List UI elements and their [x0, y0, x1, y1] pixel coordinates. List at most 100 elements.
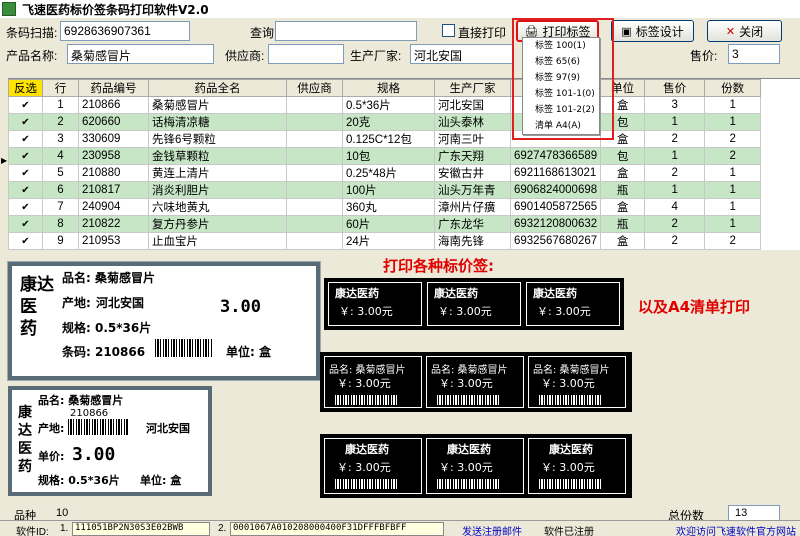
tag-item: 康达医药 ￥: 3.00元	[324, 438, 422, 494]
cell-row: 5	[42, 164, 79, 182]
menu-item-label-100[interactable]: 标签 100(1)	[523, 38, 599, 54]
cell-name: 金钱草颗粒	[148, 147, 287, 165]
store-char: 药	[18, 459, 32, 475]
cell-code: 590267	[78, 249, 149, 250]
cell-maker: 广东龙华	[434, 215, 511, 233]
tag-price: ￥: 3.00元	[438, 305, 492, 318]
query-input[interactable]	[275, 21, 417, 41]
cell-barcode: 6938950232339	[509, 249, 602, 250]
tag-item: 品名: 桑菊感冒片 ￥: 3.00元	[426, 356, 524, 408]
tag-item: 康达医药 ￥: 3.00元	[427, 282, 521, 326]
cell-code: 210953	[78, 232, 149, 250]
preview2-origin-label: 产地:	[38, 422, 65, 435]
table-row[interactable]: ✔ 4 230958 金钱草颗粒 10包 广东天翔 6927478366589 包 1 2	[8, 147, 762, 165]
menu-item-label-97[interactable]: 标签 97(9)	[523, 70, 599, 86]
cell-unit: 盒	[600, 164, 646, 182]
table-row[interactable]: ✔ 3 330609 先锋6号颗粒 0.125C*12包 河南三叶盒 2 2	[8, 130, 762, 148]
tag-price: ￥: 3.00元	[541, 461, 595, 474]
label-preview-large: 康达 医 药 品名: 桑菊感冒片 产地: 河北安国 3.00 规格: 0.5*3…	[7, 261, 321, 381]
row-checkbox[interactable]: ✔	[8, 130, 43, 148]
tag-store: 康达医药	[447, 443, 491, 456]
cell-supplier	[286, 181, 343, 199]
table-row[interactable]: ✔ 8 210822 复方丹参片 60片 广东龙华 6932120800632 瓶 2 1	[8, 215, 762, 233]
cell-barcode: 6921168613021	[509, 164, 602, 182]
tag-item: 品名: 桑菊感冒片 ￥: 3.00元	[324, 356, 422, 408]
tag-item: 康达医药 ￥: 3.00元	[426, 438, 524, 494]
row-checkbox[interactable]: ✔	[8, 96, 43, 114]
design-icon: ▣	[621, 25, 632, 38]
menu-item-list-a4[interactable]: 清单 A4(A)	[523, 118, 599, 134]
row-checkbox[interactable]: ✔	[8, 198, 43, 216]
close-button[interactable]: ✕ 关闭	[707, 20, 782, 42]
table-row[interactable]: ✔ 1 210866 桑菊感冒片 0.5*36片 河北安国盒 3 1	[8, 96, 762, 114]
barcode-input[interactable]: 6928636907361	[60, 21, 190, 41]
menu-item-label-101-2[interactable]: 标签 101-2(2)	[523, 102, 599, 118]
id1-value[interactable]: 111051BP2N30S3E02BWB	[72, 522, 210, 536]
tag-price: ￥: 3.00元	[439, 461, 493, 474]
col-supplier: 供应商	[286, 79, 343, 97]
table-row[interactable]: ✔ 5 210880 黄连上清片 0.25*48片 安徽古井 6921168613021 盒 2…	[8, 164, 762, 182]
table-row[interactable]: ✔ 9 210953 止血宝片 24片 海南先锋 6932567680267 盒 2 2	[8, 232, 762, 250]
row-checkbox[interactable]: ✔	[8, 232, 43, 250]
id1-label: 1.	[60, 523, 69, 534]
tag-item: 康达医药 ￥: 3.00元	[528, 438, 626, 494]
cell-maker: 安徽古井	[434, 164, 511, 182]
tag-price: ￥: 3.00元	[537, 305, 591, 318]
cell-barcode: 6932567680267	[509, 232, 602, 250]
cell-unit: 包	[600, 113, 646, 131]
menu-item-label-101-1[interactable]: 标签 101-1(0)	[523, 86, 599, 102]
cell-row: 7	[42, 198, 79, 216]
col-code: 药品编号	[78, 79, 149, 97]
cell-code: 210866	[78, 96, 149, 114]
preview-barcode-line: 条码: 210866	[62, 345, 146, 359]
table-row[interactable]: ✔ 2 620660 话梅清凉糖 20克 汕头泰林包 1 1	[8, 113, 762, 131]
cell-code: 620660	[78, 113, 149, 131]
row-checkbox[interactable]: ✔	[8, 249, 43, 250]
price-input[interactable]: 3	[728, 44, 780, 64]
tag-strip-1: 康达医药 ￥: 3.00元 康达医药 ￥: 3.00元 康达医药 ￥: 3.00…	[324, 278, 624, 330]
cell-barcode: 6932120800632	[509, 215, 602, 233]
row-checkbox[interactable]: ✔	[8, 147, 43, 165]
cell-supplier	[286, 164, 343, 182]
label-design-text: 标签设计	[635, 24, 684, 39]
store-name-vertical-small: 康 达 医 药	[18, 404, 36, 476]
supplier-input[interactable]	[268, 44, 344, 64]
tag-store: 康达医药	[345, 443, 389, 456]
cell-unit: 瓶	[600, 181, 646, 199]
send-registration-email-link[interactable]: 发送注册邮件	[462, 523, 522, 536]
variety-count: 10	[56, 507, 69, 519]
tag-store: 康达医药	[549, 443, 593, 456]
cell-unit: 盒	[600, 96, 646, 114]
product-name-input[interactable]: 桑菊感冒片	[67, 44, 214, 64]
table-row[interactable]: ✔ 7 240904 六味地黄丸 360丸 漳州片仔癀 6901405872565 盒 4 1	[8, 198, 762, 216]
row-checkbox[interactable]: ✔	[8, 181, 43, 199]
supplier-label: 供应商:	[225, 49, 265, 63]
tag-price: ￥: 3.00元	[337, 461, 391, 474]
label-design-button[interactable]: ▣ 标签设计	[611, 20, 694, 42]
store-char: 医	[20, 297, 37, 317]
direct-print-checkbox[interactable]	[442, 24, 455, 37]
row-checkbox[interactable]: ✔	[8, 215, 43, 233]
row-checkbox[interactable]: ✔	[8, 113, 43, 131]
menu-item-label-65[interactable]: 标签 65(6)	[523, 54, 599, 70]
cell-row: 10	[42, 249, 79, 250]
id2-value[interactable]: 0001067A010208000400F31DFFFBFBFF	[230, 522, 444, 536]
official-website-link[interactable]: 欢迎访问飞速软件官方网站	[676, 523, 796, 536]
table-row[interactable]: ✔ 6 210817 消炎利胆片 100片 汕头万年青 6906824000698 瓶 1 1	[8, 181, 762, 199]
product-grid: 反选 行 药品编号 药品全名 供应商 规格 生产厂家 条码 单位 售价 份数 ✔…	[8, 78, 800, 250]
tag-name: 品名: 桑菊感冒片	[329, 365, 406, 376]
table-row[interactable]: ✔10590267双兴毛巾 上海6938950232339条51	[8, 249, 762, 250]
col-qty: 份数	[704, 79, 762, 97]
tag-barcode	[437, 395, 501, 405]
cell-code: 210880	[78, 164, 149, 182]
tag-price: ￥: 3.00元	[339, 305, 393, 318]
cell-supplier	[286, 232, 343, 250]
manufacturer-input[interactable]: 河北安国	[410, 44, 514, 64]
col-invert-select[interactable]: 反选	[8, 79, 43, 97]
row-checkbox[interactable]: ✔	[8, 164, 43, 182]
preview-origin-value: 河北安国	[96, 296, 145, 310]
cell-price: 1	[644, 181, 706, 199]
cell-maker: 海南先锋	[434, 232, 511, 250]
col-price: 售价	[644, 79, 706, 97]
cell-spec: 100片	[342, 181, 435, 199]
